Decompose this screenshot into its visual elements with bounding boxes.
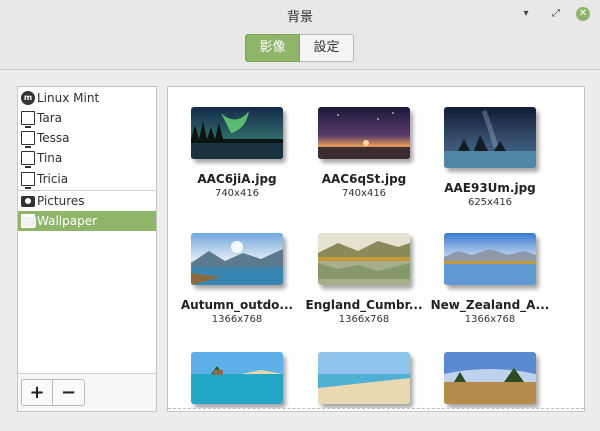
wallpaper-tile[interactable]: New_Zealand_A... 1366x768 [426, 233, 554, 325]
wallpaper-gallery: AAC6jiA.jpg 740x416 AAC6qSt.jpg 740x416 [167, 86, 585, 412]
tab-settings[interactable]: 設定 [300, 34, 354, 62]
wallpaper-tile[interactable] [426, 352, 554, 411]
close-icon[interactable]: ✕ [576, 7, 590, 21]
sidebar-item-label: Tara [37, 111, 62, 125]
sidebar-item-pictures[interactable]: Pictures [18, 191, 156, 211]
wallpaper-thumbnail [191, 352, 283, 404]
wallpaper-thumbnail [318, 107, 410, 159]
monitor-icon [21, 172, 35, 189]
sidebar-item-wallpaper[interactable]: Wallpaper [18, 211, 156, 231]
wallpaper-thumbnail [191, 107, 283, 159]
remove-folder-button[interactable]: − [53, 379, 85, 406]
minimize-icon[interactable]: ▾ [519, 7, 533, 21]
image-dimensions: 740x416 [214, 188, 260, 199]
monitor-icon [21, 131, 35, 148]
file-name: AAC6jiA.jpg [197, 172, 277, 186]
file-name: AAE93Um.jpg [444, 181, 536, 195]
image-dimensions: 1366x768 [464, 314, 516, 325]
wallpaper-thumbnail [444, 233, 536, 285]
image-dimensions: 1366x768 [211, 314, 263, 325]
image-dimensions: 625x416 [467, 197, 513, 208]
wallpaper-thumbnail [318, 233, 410, 285]
add-folder-button[interactable]: + [21, 379, 53, 406]
wallpaper-tile[interactable]: AAC6jiA.jpg 740x416 [173, 107, 301, 199]
file-name: Autumn_outdo... [180, 298, 294, 312]
sidebar-item-label: Linux Mint [37, 91, 100, 105]
maximize-icon[interactable]: ⤢ [549, 7, 563, 21]
sidebar: m Linux Mint Tara Tessa Tina Tricia Pict… [17, 86, 157, 412]
sidebar-button-bar: + − [18, 373, 156, 411]
sidebar-item-linux-mint[interactable]: m Linux Mint [18, 88, 156, 108]
monitor-icon [21, 111, 35, 128]
image-dimensions: 740x416 [341, 188, 387, 199]
file-name: England_Cumbr... [305, 298, 423, 312]
wallpaper-tile[interactable]: AAC6qSt.jpg 740x416 [300, 107, 428, 199]
sidebar-item-tessa[interactable]: Tessa [18, 128, 156, 148]
wallpaper-tile[interactable]: Autumn_outdo... 1366x768 [173, 233, 301, 325]
sidebar-item-tara[interactable]: Tara [18, 108, 156, 128]
sidebar-item-label: Pictures [37, 194, 85, 208]
file-name: AAC6qSt.jpg [321, 172, 407, 186]
file-name: New_Zealand_A... [430, 298, 550, 312]
camera-icon [21, 196, 35, 207]
scroll-edge-indicator [168, 408, 584, 411]
wallpaper-tile[interactable]: AAE93Um.jpg 625x416 [426, 107, 554, 208]
sidebar-item-tina[interactable]: Tina [18, 148, 156, 168]
wallpaper-tile[interactable] [173, 352, 301, 411]
window-title: 背景 [286, 10, 313, 25]
background-settings-window: 背景 ▾ ⤢ ✕ 影像 設定 m Linux Mint Tara Tessa T… [0, 0, 600, 431]
tab-images[interactable]: 影像 [245, 34, 300, 62]
folder-icon [21, 214, 36, 228]
monitor-icon [21, 151, 35, 168]
wallpaper-tile[interactable]: England_Cumbr... 1366x768 [300, 233, 428, 325]
wallpaper-thumbnail [191, 233, 283, 285]
toolbar: 影像 設定 [0, 28, 600, 70]
image-dimensions: 1366x768 [338, 314, 390, 325]
title-bar: 背景 ▾ ⤢ ✕ [0, 0, 600, 28]
wallpaper-thumbnail [444, 107, 536, 168]
sidebar-item-label: Tricia [37, 172, 69, 186]
linux-mint-logo-icon: m [21, 91, 35, 105]
wallpaper-tile[interactable] [300, 352, 428, 411]
sidebar-item-label: Tina [37, 151, 63, 165]
sidebar-item-label: Wallpaper [37, 214, 98, 228]
sidebar-item-tricia[interactable]: Tricia [18, 169, 156, 189]
sidebar-item-label: Tessa [37, 131, 70, 145]
wallpaper-thumbnail [444, 352, 536, 404]
wallpaper-thumbnail [318, 352, 410, 404]
